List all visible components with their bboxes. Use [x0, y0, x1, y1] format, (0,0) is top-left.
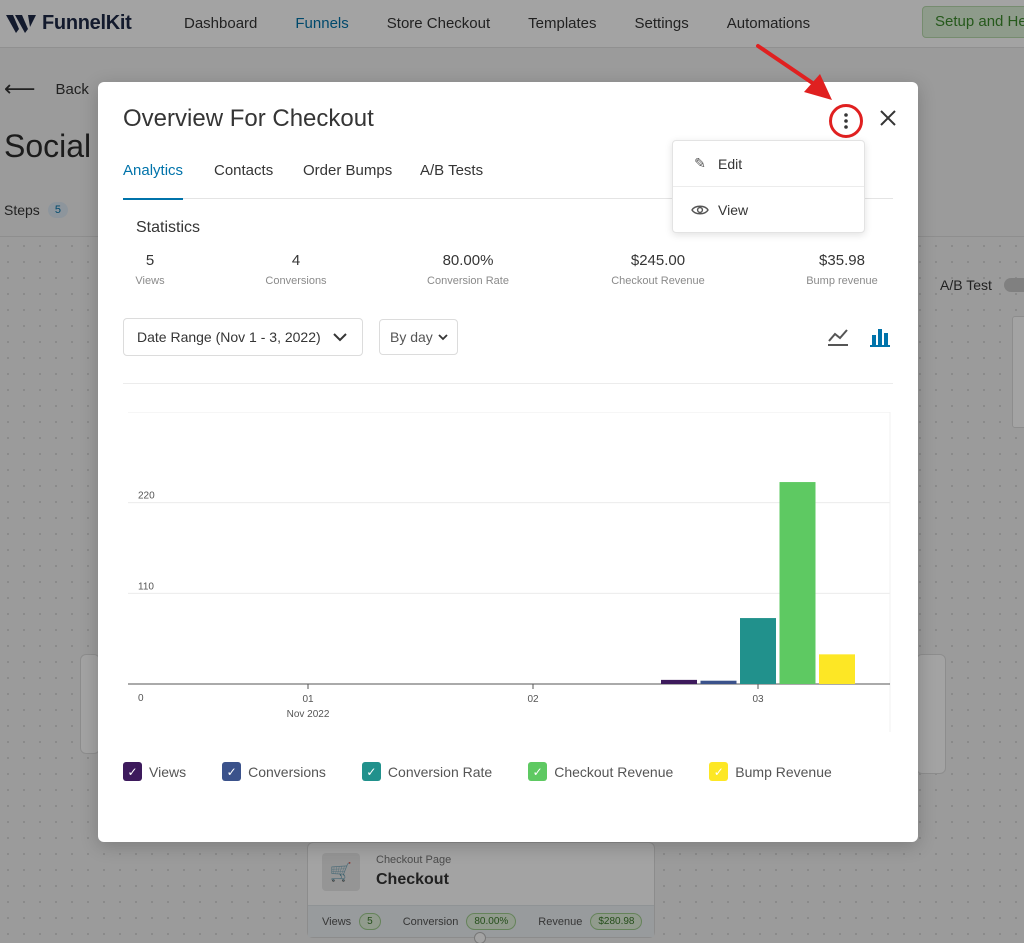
statistics-heading: Statistics [136, 219, 201, 236]
options-dropdown: ✎ Edit View [672, 140, 865, 233]
legend-label: Conversion Rate [387, 763, 493, 780]
legend-conversions[interactable]: ✓ Conversions [222, 762, 326, 781]
chevron-down-icon [438, 334, 448, 341]
legend-bump-revenue[interactable]: ✓ Bump Revenue [709, 762, 832, 781]
annotation-arrow-icon [756, 44, 832, 100]
stat-checkout-revenue: $245.00 Checkout Revenue [598, 252, 718, 287]
bar-bump-revenue [819, 654, 855, 684]
eye-icon [691, 205, 709, 215]
checkbox-icon: ✓ [222, 762, 242, 781]
chart-legend: ✓ Views ✓ Conversions ✓ Conversion Rate … [123, 762, 868, 781]
bar-checkout-revenue [779, 482, 816, 684]
bar-chart-icon[interactable] [869, 327, 891, 347]
chart-divider [123, 383, 893, 384]
y-tick-label: 110 [138, 581, 154, 592]
stat-label: Bump revenue [806, 275, 878, 287]
pencil-icon: ✎ [694, 155, 706, 171]
stat-bump-revenue: $35.98 Bump revenue [796, 252, 888, 287]
interval-value: By day [390, 329, 433, 345]
stat-label: Checkout Revenue [611, 275, 705, 287]
x-tick-sublabel: Nov 2022 [287, 709, 330, 720]
bar-conversion-rate [740, 618, 776, 684]
legend-label: Checkout Revenue [554, 763, 674, 780]
stat-value: $245.00 [630, 252, 686, 269]
menu-item-label: Edit [718, 155, 743, 172]
legend-conversion-rate[interactable]: ✓ Conversion Rate [361, 762, 493, 781]
stat-label: Conversion Rate [427, 275, 509, 287]
stat-views: 5 Views [130, 252, 170, 287]
interval-select[interactable]: By day [379, 319, 458, 355]
stat-value: 5 [145, 252, 155, 269]
y-tick-label: 220 [138, 491, 155, 502]
y-tick-label: 0 [138, 693, 144, 704]
tab-analytics[interactable]: Analytics [123, 162, 184, 200]
stat-conversion-rate: 80.00% Conversion Rate [416, 252, 520, 287]
tab-ab-tests[interactable]: A/B Tests [420, 162, 483, 199]
stat-value: 80.00% [442, 252, 494, 269]
checkbox-icon: ✓ [361, 762, 381, 781]
modal-title: Overview For Checkout [123, 105, 374, 132]
checkbox-icon: ✓ [528, 762, 548, 781]
menu-item-view[interactable]: View [673, 187, 864, 233]
bar-views [661, 679, 697, 684]
stat-label: Views [135, 275, 165, 287]
checkbox-icon: ✓ [123, 762, 142, 781]
legend-views[interactable]: ✓ Views [123, 762, 186, 781]
close-modal-button[interactable] [874, 104, 902, 132]
date-range-select[interactable]: Date Range (Nov 1 - 3, 2022) [123, 318, 363, 356]
x-tick-label: 02 [527, 694, 539, 705]
menu-item-label: View [718, 202, 749, 218]
stat-label: Conversions [265, 275, 327, 287]
tab-contacts[interactable]: Contacts [214, 162, 273, 199]
legend-label: Conversions [248, 763, 326, 780]
legend-label: Bump Revenue [735, 763, 832, 780]
stat-value: $35.98 [819, 252, 865, 269]
x-tick-label: 01 [302, 694, 314, 705]
chevron-down-icon [333, 333, 347, 342]
legend-checkout-revenue[interactable]: ✓ Checkout Revenue [528, 762, 673, 781]
menu-item-edit[interactable]: ✎ Edit [673, 141, 864, 187]
checkbox-icon: ✓ [709, 762, 729, 781]
tab-order-bumps[interactable]: Order Bumps [303, 162, 392, 199]
close-icon [880, 110, 896, 126]
stat-value: 4 [291, 252, 301, 269]
date-range-value: Date Range (Nov 1 - 3, 2022) [137, 329, 321, 345]
stat-conversions: 4 Conversions [256, 252, 336, 287]
analytics-bar-chart: 011022033001Nov 20220203 [128, 412, 891, 732]
bar-conversions [700, 680, 737, 684]
line-chart-icon[interactable] [827, 327, 849, 347]
legend-label: Views [149, 763, 187, 780]
x-tick-label: 03 [752, 694, 764, 705]
kebab-icon [844, 113, 848, 129]
